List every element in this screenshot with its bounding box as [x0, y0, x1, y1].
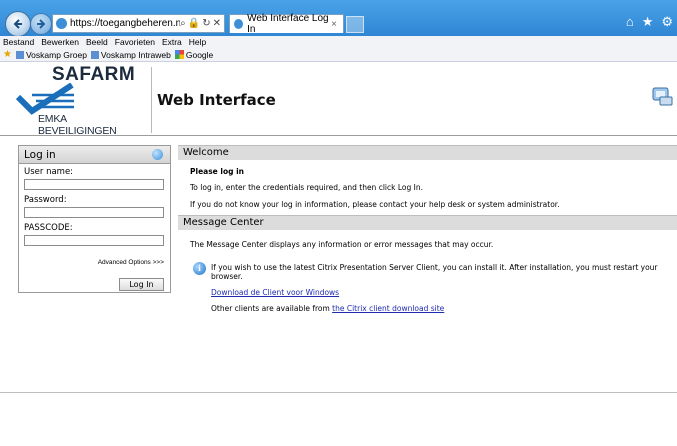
passcode-field[interactable]	[24, 235, 164, 246]
header-divider	[151, 67, 152, 133]
page-header: SAFARM EMKA BEVEILIGINGEN Web Interface	[0, 62, 677, 137]
download-client-link[interactable]: Download de Client voor Windows	[211, 288, 339, 297]
favorite-item[interactable]: Voskamp Groep	[15, 50, 87, 60]
other-clients-prefix: Other clients are available from	[211, 304, 333, 313]
password-field[interactable]	[24, 207, 164, 218]
menu-item-view[interactable]: Beeld	[86, 36, 108, 48]
menu-bar: Bestand Bewerken Beeld Favorieten Extra …	[0, 36, 677, 48]
message-center-heading: Message Center	[178, 215, 677, 230]
login-button[interactable]: Log In	[119, 278, 164, 291]
menu-item-tools[interactable]: Extra	[162, 36, 182, 48]
forward-arrow-icon	[37, 19, 46, 29]
favorites-bar: ★ Voskamp Groep Voskamp Intraweb Google	[0, 48, 677, 62]
menu-item-file[interactable]: Bestand	[3, 36, 34, 48]
safarm-logo: SAFARM EMKA BEVEILIGINGEN	[16, 64, 146, 137]
passcode-label: PASSCODE:	[24, 223, 73, 233]
citrix-download-link[interactable]: the Citrix client download site	[332, 304, 444, 313]
page-icon	[90, 50, 99, 59]
welcome-heading: Welcome	[178, 145, 677, 160]
please-login-text: Please log in	[190, 167, 244, 176]
address-url[interactable]: https://toegangbeheren.nl	[70, 18, 180, 29]
new-tab-button[interactable]	[346, 16, 364, 33]
site-icon	[56, 18, 67, 29]
browser-tools: ⌂ ★ ⚙	[626, 14, 673, 30]
favorite-label[interactable]: Google	[186, 50, 213, 60]
page-title: Web Interface	[157, 91, 276, 109]
tab-icon	[234, 19, 244, 29]
lock-icon[interactable]: 🔒	[188, 18, 200, 29]
address-tools[interactable]: ⌕ 🔒 ↻ ✕	[180, 18, 224, 29]
header-line	[0, 135, 677, 136]
stop-icon[interactable]: ✕	[213, 18, 221, 29]
welcome-text-2: If you do not know your log in informati…	[190, 200, 560, 209]
search-icon[interactable]: ⌕	[180, 18, 186, 29]
advanced-options-link[interactable]: Advanced Options >>>	[19, 259, 170, 266]
tab-title[interactable]: Web Interface Log In	[247, 13, 331, 35]
client-info-text-2: browser.	[211, 272, 243, 281]
back-button[interactable]	[5, 11, 31, 37]
computer-icon	[652, 87, 673, 106]
client-info-text-1: If you wish to use the latest Citrix Pre…	[211, 263, 658, 272]
favorites-star-icon[interactable]: ★	[3, 49, 12, 60]
menu-item-help[interactable]: Help	[189, 36, 206, 48]
google-icon	[174, 50, 184, 59]
username-label: User name:	[24, 167, 74, 177]
forward-button[interactable]	[30, 13, 52, 35]
tab-web-interface[interactable]: Web Interface Log In ×	[229, 13, 344, 35]
favorite-item[interactable]: Google	[174, 50, 213, 60]
content-divider	[0, 392, 677, 393]
favorites-star-icon[interactable]: ★	[642, 14, 654, 30]
menu-item-favorites[interactable]: Favorieten	[115, 36, 155, 48]
favorite-item[interactable]: Voskamp Intraweb	[90, 50, 171, 60]
refresh-icon[interactable]: ↻	[202, 18, 210, 29]
login-title: Log in	[24, 149, 56, 161]
page-icon	[15, 50, 24, 59]
username-field[interactable]	[24, 179, 164, 190]
home-icon[interactable]: ⌂	[626, 14, 634, 30]
back-arrow-icon	[13, 19, 22, 29]
welcome-text-1: To log in, enter the credentials require…	[190, 183, 423, 192]
help-icon[interactable]	[152, 149, 163, 160]
address-bar[interactable]: https://toegangbeheren.nl ⌕ 🔒 ↻ ✕	[52, 14, 225, 33]
browser-titlebar: https://toegangbeheren.nl ⌕ 🔒 ↻ ✕ Web In…	[0, 0, 677, 37]
password-label: Password:	[24, 195, 67, 205]
page-viewport: SAFARM EMKA BEVEILIGINGEN Web Interface …	[0, 62, 677, 446]
favorite-label[interactable]: Voskamp Groep	[26, 50, 87, 60]
logo-mark-icon	[16, 83, 74, 115]
login-panel-header: Log in	[19, 146, 170, 164]
other-clients-text: Other clients are available from the Cit…	[211, 304, 444, 313]
logo-subtitle: EMKA BEVEILIGINGEN	[38, 113, 117, 137]
login-panel: Log in User name: Password: PASSCODE: Ad…	[18, 145, 171, 293]
tab-close-icon[interactable]: ×	[331, 19, 337, 30]
gear-icon[interactable]: ⚙	[661, 14, 673, 30]
menu-item-edit[interactable]: Bewerken	[41, 36, 79, 48]
info-icon: i	[193, 262, 206, 275]
message-center-text: The Message Center displays any informat…	[190, 240, 494, 249]
favorite-label[interactable]: Voskamp Intraweb	[101, 50, 171, 60]
